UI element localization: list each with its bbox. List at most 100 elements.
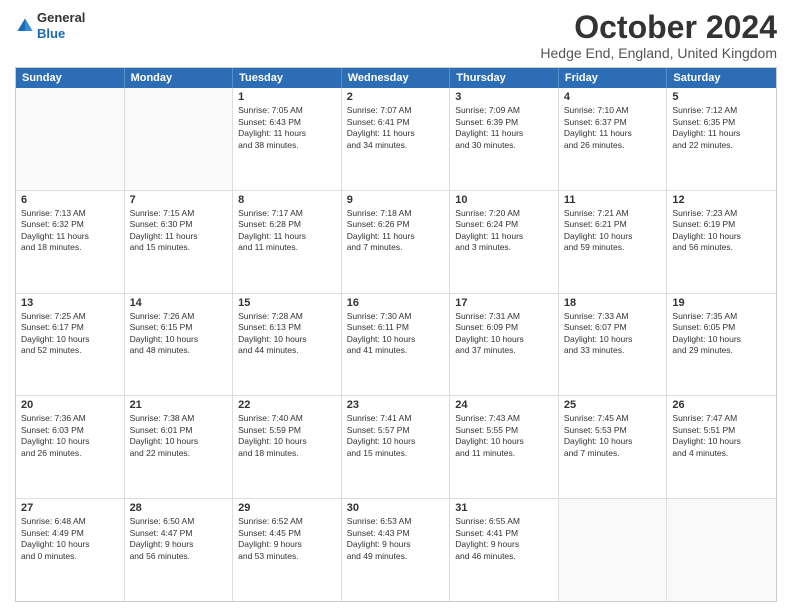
calendar-row: 6Sunrise: 7:13 AM Sunset: 6:32 PM Daylig… <box>16 190 776 293</box>
calendar-cell <box>559 499 668 601</box>
day-number: 18 <box>564 297 662 309</box>
calendar-cell: 9 Sunrise: 7:18 AM Sunset: 6:26 PM Daylig… <box>342 191 451 293</box>
calendar-cell <box>667 499 776 601</box>
day-number: 25 <box>564 399 662 411</box>
cell-text: Sunrise: 7:26 AM Sunset: 6:15 PM Dayligh… <box>130 311 228 357</box>
day-number: 31 <box>455 502 553 514</box>
day-number: 11 <box>564 194 662 206</box>
day-number: 30 <box>347 502 445 514</box>
calendar-cell: 20 Sunrise: 7:36 AM Sunset: 6:03 PM Dayli… <box>16 396 125 498</box>
calendar-header: SundayMondayTuesdayWednesdayThursdayFrid… <box>16 68 776 88</box>
day-number: 20 <box>21 399 119 411</box>
day-number: 12 <box>672 194 771 206</box>
cell-text: Sunrise: 7:20 AM Sunset: 6:24 PM Dayligh… <box>455 208 553 254</box>
cell-text: Sunrise: 7:17 AM Sunset: 6:28 PM Dayligh… <box>238 208 336 254</box>
calendar-cell: 4 Sunrise: 7:10 AM Sunset: 6:37 PM Daylig… <box>559 88 668 190</box>
header-day-tuesday: Tuesday <box>233 68 342 88</box>
day-number: 19 <box>672 297 771 309</box>
calendar-cell: 10 Sunrise: 7:20 AM Sunset: 6:24 PM Dayli… <box>450 191 559 293</box>
day-number: 10 <box>455 194 553 206</box>
cell-text: Sunrise: 7:07 AM Sunset: 6:41 PM Dayligh… <box>347 105 445 151</box>
calendar-cell: 2 Sunrise: 7:07 AM Sunset: 6:41 PM Daylig… <box>342 88 451 190</box>
header-day-sunday: Sunday <box>16 68 125 88</box>
day-number: 14 <box>130 297 228 309</box>
cell-text: Sunrise: 7:12 AM Sunset: 6:35 PM Dayligh… <box>672 105 771 151</box>
header-day-friday: Friday <box>559 68 668 88</box>
logo: General Blue <box>15 10 85 41</box>
day-number: 2 <box>347 91 445 103</box>
calendar-cell: 6Sunrise: 7:13 AM Sunset: 6:32 PM Daylig… <box>16 191 125 293</box>
cell-text: Sunrise: 7:35 AM Sunset: 6:05 PM Dayligh… <box>672 311 771 357</box>
page: General Blue October 2024 Hedge End, Eng… <box>0 0 792 612</box>
day-number: 7 <box>130 194 228 206</box>
day-number: 8 <box>238 194 336 206</box>
day-number: 16 <box>347 297 445 309</box>
header-day-monday: Monday <box>125 68 234 88</box>
day-number: 24 <box>455 399 553 411</box>
cell-text: Sunrise: 7:10 AM Sunset: 6:37 PM Dayligh… <box>564 105 662 151</box>
calendar-cell: 11Sunrise: 7:21 AM Sunset: 6:21 PM Dayli… <box>559 191 668 293</box>
day-number: 21 <box>130 399 228 411</box>
calendar-cell: 23 Sunrise: 7:41 AM Sunset: 5:57 PM Dayli… <box>342 396 451 498</box>
calendar-cell: 12 Sunrise: 7:23 AM Sunset: 6:19 PM Dayli… <box>667 191 776 293</box>
day-number: 15 <box>238 297 336 309</box>
cell-text: Sunrise: 7:38 AM Sunset: 6:01 PM Dayligh… <box>130 413 228 459</box>
cell-text: Sunrise: 7:15 AM Sunset: 6:30 PM Dayligh… <box>130 208 228 254</box>
calendar: SundayMondayTuesdayWednesdayThursdayFrid… <box>15 67 777 602</box>
cell-text: Sunrise: 7:33 AM Sunset: 6:07 PM Dayligh… <box>564 311 662 357</box>
day-number: 26 <box>672 399 771 411</box>
calendar-cell: 30 Sunrise: 6:53 AM Sunset: 4:43 PM Dayli… <box>342 499 451 601</box>
calendar-cell: 14 Sunrise: 7:26 AM Sunset: 6:15 PM Dayli… <box>125 294 234 396</box>
title-block: October 2024 Hedge End, England, United … <box>540 10 777 61</box>
calendar-cell: 16 Sunrise: 7:30 AM Sunset: 6:11 PM Dayli… <box>342 294 451 396</box>
day-number: 22 <box>238 399 336 411</box>
cell-text: Sunrise: 7:23 AM Sunset: 6:19 PM Dayligh… <box>672 208 771 254</box>
cell-text: Sunrise: 6:52 AM Sunset: 4:45 PM Dayligh… <box>238 516 336 562</box>
cell-text: Sunrise: 7:47 AM Sunset: 5:51 PM Dayligh… <box>672 413 771 459</box>
month-title: October 2024 <box>540 10 777 45</box>
calendar-cell <box>125 88 234 190</box>
cell-text: Sunrise: 7:18 AM Sunset: 6:26 PM Dayligh… <box>347 208 445 254</box>
day-number: 29 <box>238 502 336 514</box>
day-number: 23 <box>347 399 445 411</box>
day-number: 3 <box>455 91 553 103</box>
cell-text: Sunrise: 7:40 AM Sunset: 5:59 PM Dayligh… <box>238 413 336 459</box>
logo-blue: Blue <box>37 26 65 41</box>
calendar-row: 27Sunrise: 6:48 AM Sunset: 4:49 PM Dayli… <box>16 498 776 601</box>
day-number: 9 <box>347 194 445 206</box>
calendar-cell: 15Sunrise: 7:28 AM Sunset: 6:13 PM Dayli… <box>233 294 342 396</box>
cell-text: Sunrise: 7:43 AM Sunset: 5:55 PM Dayligh… <box>455 413 553 459</box>
calendar-cell <box>16 88 125 190</box>
calendar-cell: 7 Sunrise: 7:15 AM Sunset: 6:30 PM Daylig… <box>125 191 234 293</box>
calendar-row: 13 Sunrise: 7:25 AM Sunset: 6:17 PM Dayli… <box>16 293 776 396</box>
day-number: 6 <box>21 194 119 206</box>
header-day-thursday: Thursday <box>450 68 559 88</box>
cell-text: Sunrise: 7:31 AM Sunset: 6:09 PM Dayligh… <box>455 311 553 357</box>
calendar-body: 1Sunrise: 7:05 AM Sunset: 6:43 PM Daylig… <box>16 88 776 601</box>
cell-text: Sunrise: 7:45 AM Sunset: 5:53 PM Dayligh… <box>564 413 662 459</box>
calendar-row: 20 Sunrise: 7:36 AM Sunset: 6:03 PM Dayli… <box>16 395 776 498</box>
day-number: 28 <box>130 502 228 514</box>
calendar-cell: 3Sunrise: 7:09 AM Sunset: 6:39 PM Daylig… <box>450 88 559 190</box>
day-number: 13 <box>21 297 119 309</box>
calendar-cell: 28Sunrise: 6:50 AM Sunset: 4:47 PM Dayli… <box>125 499 234 601</box>
calendar-cell: 21 Sunrise: 7:38 AM Sunset: 6:01 PM Dayli… <box>125 396 234 498</box>
calendar-cell: 1Sunrise: 7:05 AM Sunset: 6:43 PM Daylig… <box>233 88 342 190</box>
cell-text: Sunrise: 7:41 AM Sunset: 5:57 PM Dayligh… <box>347 413 445 459</box>
cell-text: Sunrise: 7:05 AM Sunset: 6:43 PM Dayligh… <box>238 105 336 151</box>
cell-text: Sunrise: 6:53 AM Sunset: 4:43 PM Dayligh… <box>347 516 445 562</box>
calendar-cell: 26 Sunrise: 7:47 AM Sunset: 5:51 PM Dayli… <box>667 396 776 498</box>
cell-text: Sunrise: 6:48 AM Sunset: 4:49 PM Dayligh… <box>21 516 119 562</box>
calendar-cell: 17Sunrise: 7:31 AM Sunset: 6:09 PM Dayli… <box>450 294 559 396</box>
cell-text: Sunrise: 7:25 AM Sunset: 6:17 PM Dayligh… <box>21 311 119 357</box>
day-number: 4 <box>564 91 662 103</box>
calendar-cell: 29 Sunrise: 6:52 AM Sunset: 4:45 PM Dayli… <box>233 499 342 601</box>
calendar-cell: 13 Sunrise: 7:25 AM Sunset: 6:17 PM Dayli… <box>16 294 125 396</box>
header-day-wednesday: Wednesday <box>342 68 451 88</box>
calendar-cell: 22 Sunrise: 7:40 AM Sunset: 5:59 PM Dayli… <box>233 396 342 498</box>
logo-general: General <box>37 10 85 25</box>
logo-icon <box>15 16 35 36</box>
cell-text: Sunrise: 7:36 AM Sunset: 6:03 PM Dayligh… <box>21 413 119 459</box>
subtitle: Hedge End, England, United Kingdom <box>540 45 777 61</box>
cell-text: Sunrise: 7:30 AM Sunset: 6:11 PM Dayligh… <box>347 311 445 357</box>
